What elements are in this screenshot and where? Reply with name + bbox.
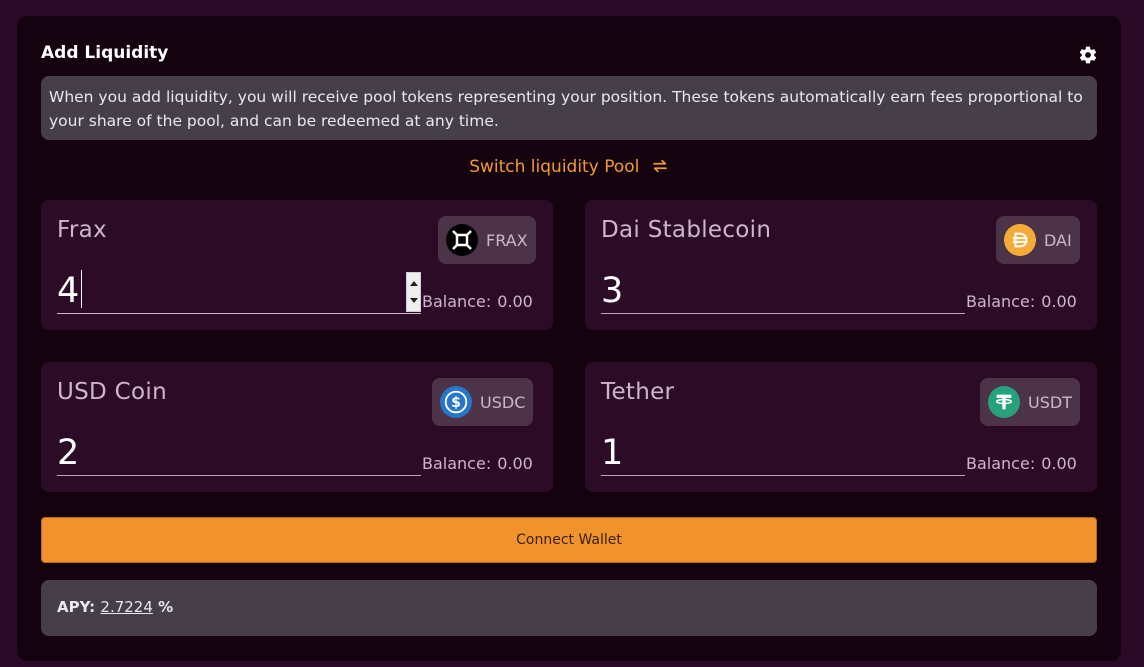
balance-label: Balance: [966, 454, 1036, 473]
info-banner: When you add liquidity, you will receive… [41, 76, 1097, 140]
amount-value: 4 [57, 271, 80, 311]
spinner-down-icon[interactable] [410, 298, 418, 303]
balance-usdc: Balance: 0.00 [422, 454, 533, 473]
amount-value: 3 [601, 271, 624, 311]
balance-value: 0.00 [1041, 292, 1077, 311]
frax-icon [446, 224, 478, 256]
amount-input-frax[interactable]: 4 [57, 268, 421, 314]
amount-input-usdc[interactable]: 2 [57, 430, 421, 476]
balance-value: 0.00 [497, 292, 533, 311]
apy-label: APY: [57, 598, 96, 616]
balance-label: Balance: [422, 292, 492, 311]
balance-label: Balance: [966, 292, 1036, 311]
token-name: USD Coin [57, 379, 167, 405]
token-symbol: FRAX [486, 230, 528, 250]
text-caret [81, 270, 83, 308]
switch-pool-label: Switch liquidity Pool [469, 157, 640, 177]
balance-dai: Balance: 0.00 [966, 292, 1077, 311]
connect-wallet-button[interactable]: Connect Wallet [41, 517, 1097, 563]
spinner-up-icon[interactable] [410, 281, 418, 286]
info-text: When you add liquidity, you will receive… [49, 88, 1083, 130]
usdc-icon: $ [440, 386, 472, 418]
token-name: Frax [57, 217, 107, 243]
dai-icon [1004, 224, 1036, 256]
token-symbol: DAI [1044, 230, 1072, 250]
add-liquidity-panel: Add Liquidity When you add liquidity, yo… [17, 16, 1121, 661]
switch-liquidity-pool-button[interactable]: Switch liquidity Pool [17, 157, 1121, 177]
gear-icon[interactable] [1078, 45, 1098, 65]
svg-text:$: $ [451, 395, 461, 411]
token-select-dai[interactable]: DAI [996, 216, 1080, 264]
apy-unit: % [158, 598, 174, 616]
token-name: Tether [601, 379, 675, 405]
amount-value: 2 [57, 433, 80, 473]
token-name: Dai Stablecoin [601, 217, 772, 243]
number-spinner[interactable] [406, 272, 421, 312]
token-card-usdt: Tether USDT 1 Balance: 0.00 [585, 362, 1097, 492]
usdt-icon [988, 386, 1020, 418]
amount-input-dai[interactable]: 3 [601, 268, 965, 314]
balance-value: 0.00 [1041, 454, 1077, 473]
balance-frax: Balance: 0.00 [422, 292, 533, 311]
amount-value: 1 [601, 433, 624, 473]
token-card-frax: Frax FRAX 4 Balance: 0.00 [41, 200, 553, 330]
balance-value: 0.00 [497, 454, 533, 473]
swap-arrows-icon [652, 159, 667, 173]
token-symbol: USDC [480, 392, 526, 412]
token-select-usdc[interactable]: $ USDC [432, 378, 534, 426]
balance-usdt: Balance: 0.00 [966, 454, 1077, 473]
balance-label: Balance: [422, 454, 492, 473]
token-select-usdt[interactable]: USDT [980, 378, 1080, 426]
apy-value-link[interactable]: 2.7224 [100, 598, 153, 616]
page-title: Add Liquidity [41, 43, 169, 63]
token-symbol: USDT [1028, 392, 1072, 412]
token-card-usdc: USD Coin $ USDC 2 Balance: 0.00 [41, 362, 553, 492]
token-card-dai: Dai Stablecoin DAI 3 Balance: 0.00 [585, 200, 1097, 330]
token-select-frax[interactable]: FRAX [438, 216, 536, 264]
apy-box: APY: 2.7224 % [41, 580, 1097, 636]
amount-input-usdt[interactable]: 1 [601, 430, 965, 476]
